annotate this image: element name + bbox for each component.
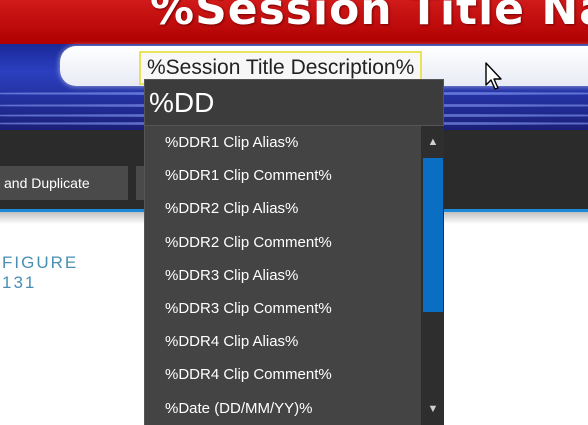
list-item[interactable]: %DDR2 Clip Alias% <box>145 192 421 225</box>
list-item[interactable]: %DDR1 Clip Comment% <box>145 159 421 192</box>
scroll-down-arrow-icon[interactable]: ▼ <box>421 397 444 421</box>
scrollbar[interactable]: ▲ ▼ <box>421 126 444 425</box>
autocomplete-items: %DDR1 Clip Alias% %DDR1 Clip Comment% %D… <box>145 126 421 425</box>
figure-caption: FIGURE 131 <box>2 253 112 293</box>
list-item[interactable]: %DDR1 Clip Alias% <box>145 126 421 159</box>
list-item[interactable]: %DDR2 Clip Comment% <box>145 226 421 259</box>
list-item[interactable]: %DDR3 Clip Comment% <box>145 292 421 325</box>
duplicate-button[interactable]: and Duplicate <box>0 166 128 200</box>
list-item[interactable]: %Date (DD/MM/YY)% <box>145 392 421 425</box>
mouse-cursor-icon <box>485 62 502 90</box>
scrollbar-thumb[interactable] <box>423 158 443 312</box>
figure-number: 131 <box>2 273 37 292</box>
figure-label: FIGURE <box>2 253 79 272</box>
autocomplete-input[interactable]: %DD <box>144 79 444 126</box>
list-item[interactable]: %DDR4 Clip Comment% <box>145 358 421 391</box>
list-item[interactable]: %DDR3 Clip Alias% <box>145 259 421 292</box>
autocomplete-list[interactable]: %DDR1 Clip Alias% %DDR1 Clip Comment% %D… <box>144 126 444 425</box>
list-item[interactable]: %DDR4 Clip Alias% <box>145 325 421 358</box>
scroll-up-arrow-icon[interactable]: ▲ <box>421 130 444 154</box>
session-title-name: %Session Title Nam <box>150 0 588 35</box>
